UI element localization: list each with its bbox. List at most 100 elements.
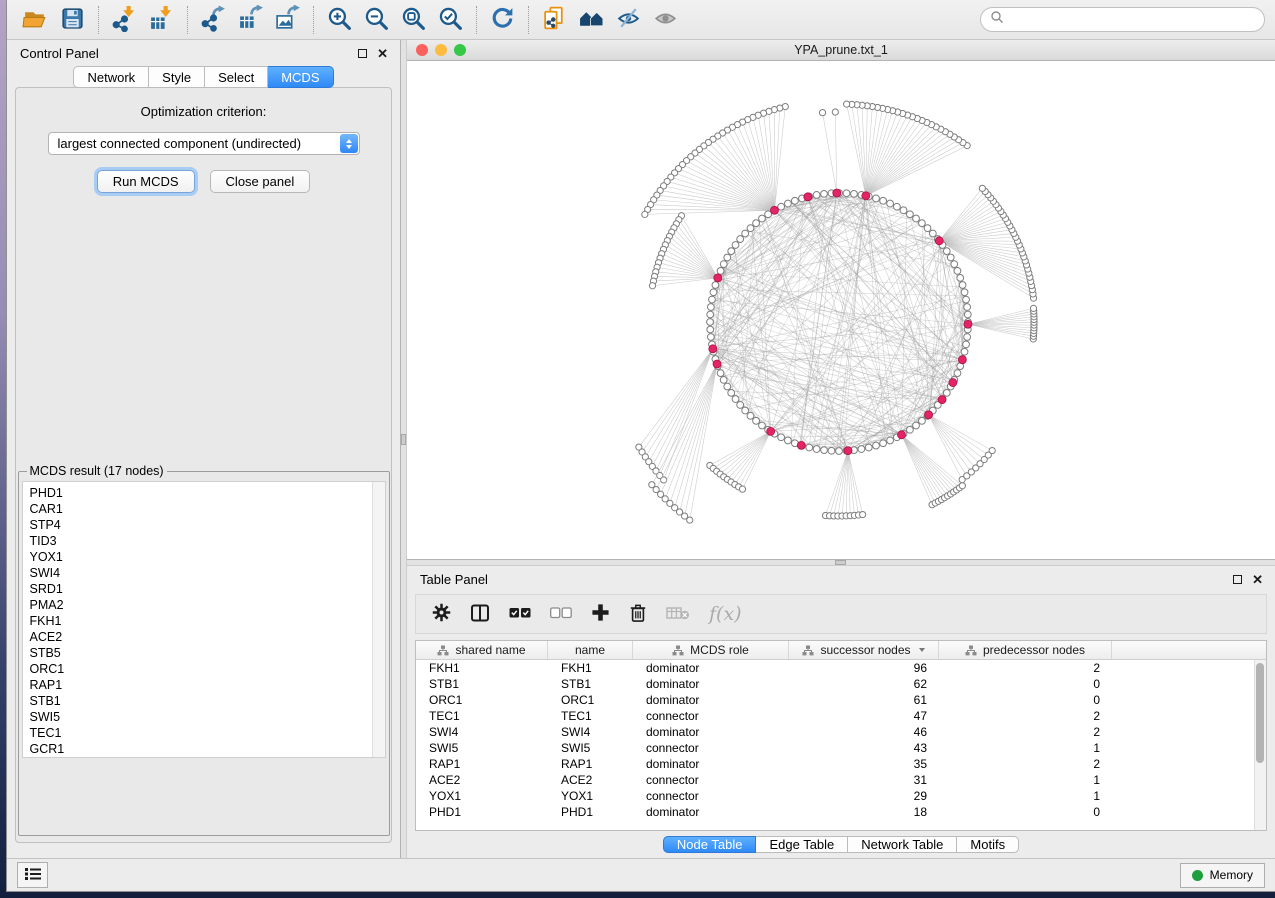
result-item[interactable]: ORC1 (30, 661, 372, 677)
open-session-button[interactable] (17, 4, 54, 36)
table-row[interactable]: YOX1YOX1connector291 (416, 788, 1266, 804)
add-row-button[interactable] (591, 603, 610, 625)
result-item[interactable]: YOX1 (30, 549, 372, 565)
result-item[interactable]: SWI4 (30, 565, 372, 581)
result-item[interactable]: STB5 (30, 645, 372, 661)
result-item[interactable]: PMA2 (30, 597, 372, 613)
float-panel-icon[interactable] (1233, 575, 1242, 584)
column-header-name[interactable]: name (548, 641, 633, 659)
zoom-selected-icon (437, 5, 464, 35)
memory-button[interactable]: Memory (1180, 863, 1265, 888)
result-item[interactable]: PHD1 (30, 485, 372, 501)
table-settings-button[interactable] (432, 603, 451, 625)
clone-network-button[interactable] (536, 4, 573, 36)
table-row[interactable]: SWI5SWI5connector431 (416, 740, 1266, 756)
table-row[interactable]: ACE2ACE2connector311 (416, 772, 1266, 788)
result-item[interactable]: STP4 (30, 517, 372, 533)
column-header-predecessor-nodes[interactable]: predecessor nodes (939, 641, 1112, 659)
table-row[interactable]: ORC1ORC1dominator610 (416, 692, 1266, 708)
tab-network-table[interactable]: Network Table (848, 836, 957, 853)
save-session-button[interactable] (54, 4, 91, 36)
table-cell: SWI4 (416, 725, 548, 739)
column-header-shared-name[interactable]: shared name (416, 641, 548, 659)
refresh-button[interactable] (484, 4, 521, 36)
table-row[interactable]: SWI4SWI4dominator462 (416, 724, 1266, 740)
sort-caret-icon[interactable] (919, 648, 925, 652)
tab-edge-table[interactable]: Edge Table (756, 836, 848, 853)
network-graph[interactable] (407, 61, 1275, 559)
result-item[interactable]: GCR1 (30, 741, 372, 757)
home-view-button[interactable] (573, 4, 610, 36)
close-panel-icon[interactable]: ✕ (377, 47, 388, 60)
result-item[interactable]: TEC1 (30, 725, 372, 741)
select-all-rows-button[interactable] (509, 607, 531, 622)
import-table-button[interactable] (143, 4, 180, 36)
table-row[interactable]: PHD1PHD1dominator180 (416, 804, 1266, 820)
show-all-button[interactable] (647, 4, 684, 36)
deselect-all-rows-button[interactable] (550, 607, 572, 622)
tab-network[interactable]: Network (73, 66, 149, 88)
zoom-out-button[interactable] (358, 4, 395, 36)
application-window: Control Panel ✕ NetworkStyleSelectMCDS O… (7, 0, 1275, 891)
tab-style[interactable]: Style (149, 66, 205, 88)
table-scrollbar[interactable] (1254, 660, 1266, 830)
result-list-scrollbar[interactable] (372, 482, 385, 757)
task-history-button[interactable] (17, 862, 48, 888)
result-item[interactable]: FKH1 (30, 613, 372, 629)
table-row[interactable]: RAP1RAP1dominator352 (416, 756, 1266, 772)
close-panel-button[interactable]: Close panel (210, 170, 311, 193)
zoom-fit-button[interactable] (395, 4, 432, 36)
tab-select[interactable]: Select (205, 66, 268, 88)
show-columns-button[interactable] (470, 603, 490, 626)
function-builder-button[interactable]: f(x) (709, 603, 742, 625)
result-item[interactable]: ACE2 (30, 629, 372, 645)
tab-node-table[interactable]: Node Table (663, 836, 757, 853)
export-network-button[interactable] (195, 4, 232, 36)
network-canvas[interactable] (407, 61, 1275, 559)
column-header-MCDS-role[interactable]: MCDS role (633, 641, 789, 659)
maximize-window-icon[interactable] (454, 44, 466, 56)
zoom-selected-button[interactable] (432, 4, 469, 36)
tab-mcds[interactable]: MCDS (268, 66, 333, 88)
table-cell: SWI4 (548, 725, 633, 739)
scrollbar-thumb[interactable] (1256, 663, 1264, 763)
toolbar-divider (476, 6, 477, 34)
import-network-button[interactable] (106, 4, 143, 36)
toolbar-divider (313, 6, 314, 34)
splitter-handle[interactable] (835, 560, 846, 565)
run-mcds-button[interactable]: Run MCDS (97, 170, 195, 193)
column-header-successor-nodes[interactable]: successor nodes (789, 641, 939, 659)
export-image-button[interactable] (269, 4, 306, 36)
criterion-select[interactable]: largest connected component (undirected) (48, 132, 360, 155)
delete-table-button[interactable] (666, 605, 690, 624)
result-item[interactable]: SWI5 (30, 709, 372, 725)
table-toolbar: f(x) (415, 594, 1267, 634)
table-row[interactable]: TEC1TEC1connector472 (416, 708, 1266, 724)
result-item[interactable]: RAP1 (30, 677, 372, 693)
search-input[interactable] (1009, 12, 1255, 28)
mcds-result-list[interactable]: PHD1CAR1STP4TID3YOX1SWI4SRD1PMA2FKH1ACE2… (23, 482, 372, 757)
vertical-splitter[interactable] (400, 40, 407, 858)
tab-motifs[interactable]: Motifs (957, 836, 1019, 853)
table-row[interactable]: FKH1FKH1dominator962 (416, 660, 1266, 676)
delete-row-button[interactable] (629, 603, 647, 626)
result-item[interactable]: STB1 (30, 693, 372, 709)
sitemap-icon (672, 645, 684, 656)
main-toolbar (7, 0, 1275, 40)
control-panel: Control Panel ✕ NetworkStyleSelectMCDS O… (7, 40, 400, 858)
horizontal-splitter[interactable] (407, 559, 1275, 566)
splitter-handle[interactable] (401, 434, 406, 445)
memory-status-icon (1192, 870, 1203, 881)
control-panel-tabs: NetworkStyleSelectMCDS (7, 66, 400, 88)
result-item[interactable]: CAR1 (30, 501, 372, 517)
close-panel-icon[interactable]: ✕ (1252, 573, 1263, 586)
export-table-button[interactable] (232, 4, 269, 36)
result-item[interactable]: TID3 (30, 533, 372, 549)
table-row[interactable]: STB1STB1dominator620 (416, 676, 1266, 692)
zoom-in-button[interactable] (321, 4, 358, 36)
close-window-icon[interactable] (416, 44, 428, 56)
result-item[interactable]: SRD1 (30, 581, 372, 597)
hide-selected-button[interactable] (610, 4, 647, 36)
minimize-window-icon[interactable] (435, 44, 447, 56)
float-panel-icon[interactable] (358, 49, 367, 58)
